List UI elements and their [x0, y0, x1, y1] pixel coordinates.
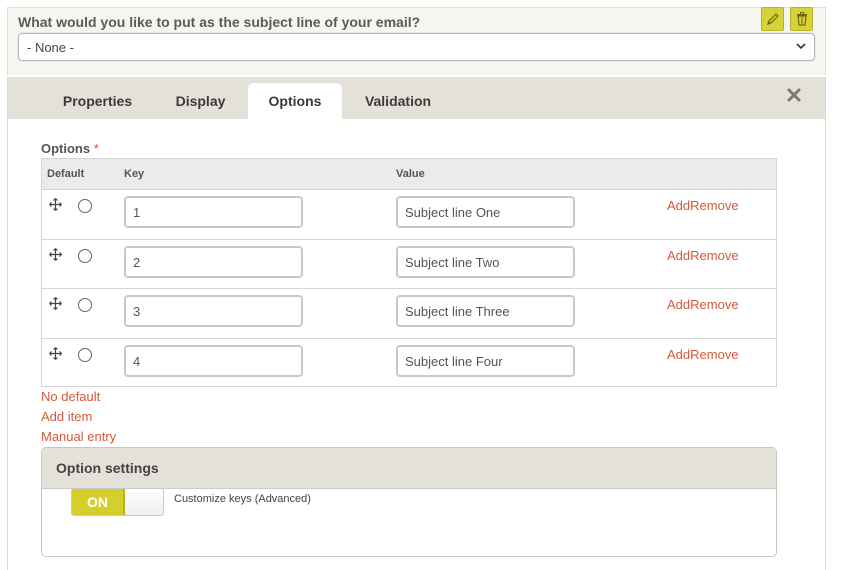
question-label: What would you like to put as the subjec…	[18, 14, 421, 30]
required-mark: *	[93, 141, 99, 156]
value-input[interactable]: Subject line One	[396, 196, 575, 228]
drag-handle-icon[interactable]	[49, 297, 62, 310]
col-value: Value	[396, 168, 425, 180]
question-actions	[761, 7, 813, 31]
add-row-link[interactable]: Add	[667, 297, 690, 312]
customize-keys-toggle[interactable]: ON	[71, 488, 164, 516]
pencil-icon	[766, 13, 779, 25]
key-input[interactable]: 1	[124, 196, 303, 228]
toggle-on-label: ON	[72, 489, 125, 515]
tab-properties-label: Properties	[62, 93, 133, 109]
close-icon[interactable]	[785, 86, 803, 104]
tab-options-label: Options	[268, 93, 322, 109]
value-input[interactable]: Subject line Three	[396, 295, 575, 327]
tab-validation[interactable]: Validation	[348, 83, 448, 119]
key-input[interactable]: 2	[124, 245, 303, 278]
row-actions: AddRemove	[667, 198, 739, 213]
options-table-header: Default Key Value	[42, 159, 776, 190]
row-actions: AddRemove	[667, 347, 739, 362]
trash-icon	[796, 12, 807, 26]
drag-handle-icon[interactable]	[49, 247, 62, 261]
table-row: 2 Subject line Two AddRemove	[42, 240, 776, 289]
key-input[interactable]: 3	[124, 295, 303, 327]
add-row-link[interactable]: Add	[667, 347, 690, 362]
remove-row-link[interactable]: Remove	[690, 347, 738, 362]
add-row-link[interactable]: Add	[667, 248, 690, 263]
remove-row-link[interactable]: Remove	[690, 248, 738, 263]
value-input[interactable]: Subject line Two	[396, 245, 575, 278]
delete-button[interactable]	[790, 7, 813, 31]
options-table: Default Key Value 1 Subject line One Add…	[41, 158, 777, 387]
col-default: Default	[47, 168, 85, 180]
edit-button[interactable]	[761, 7, 784, 31]
tab-options[interactable]: Options	[248, 83, 342, 119]
tab-display-label: Display	[175, 93, 226, 109]
add-item-link[interactable]: Add item	[41, 409, 92, 424]
toggle-knob	[125, 489, 163, 515]
table-row: 4 Subject line Four AddRemove	[42, 339, 776, 389]
chevron-down-icon	[796, 43, 806, 50]
option-settings-box: Option settings ON Customize keys (Advan…	[41, 447, 777, 557]
col-key: Key	[124, 168, 145, 180]
tab-bar: Properties Display Options Validation	[8, 83, 825, 119]
default-radio[interactable]	[78, 248, 92, 263]
remove-row-link[interactable]: Remove	[690, 198, 738, 213]
add-row-link[interactable]: Add	[667, 198, 690, 213]
subject-select-value: - None -	[27, 40, 74, 55]
table-row: 3 Subject line Three AddRemove	[42, 289, 776, 339]
settings-panel: Properties Display Options Validation Op…	[7, 77, 826, 570]
drag-handle-icon[interactable]	[49, 198, 62, 211]
options-heading: Options *	[41, 141, 99, 156]
no-default-link[interactable]: No default	[41, 389, 100, 404]
option-settings-title: Option settings	[42, 448, 776, 489]
default-radio[interactable]	[78, 298, 92, 312]
value-input[interactable]: Subject line Four	[396, 344, 575, 377]
tab-display[interactable]: Display	[159, 83, 242, 119]
drag-handle-icon[interactable]	[49, 346, 62, 360]
options-tab-content: Options * Default Key Value 1 Subject li…	[8, 119, 825, 570]
tab-validation-label: Validation	[364, 93, 432, 109]
tab-properties[interactable]: Properties	[42, 83, 153, 119]
remove-row-link[interactable]: Remove	[690, 297, 738, 312]
table-row: 1 Subject line One AddRemove	[42, 190, 776, 240]
question-card: What would you like to put as the subjec…	[7, 7, 826, 75]
manual-entry-link[interactable]: Manual entry	[41, 429, 116, 444]
default-radio[interactable]	[78, 199, 92, 213]
default-radio[interactable]	[78, 347, 92, 362]
row-actions: AddRemove	[667, 248, 739, 263]
subject-select[interactable]: - None -	[18, 33, 815, 61]
customize-keys-label: Customize keys (Advanced)	[174, 493, 311, 505]
options-heading-text: Options	[41, 141, 91, 156]
key-input[interactable]: 4	[124, 344, 303, 377]
row-actions: AddRemove	[667, 297, 739, 312]
